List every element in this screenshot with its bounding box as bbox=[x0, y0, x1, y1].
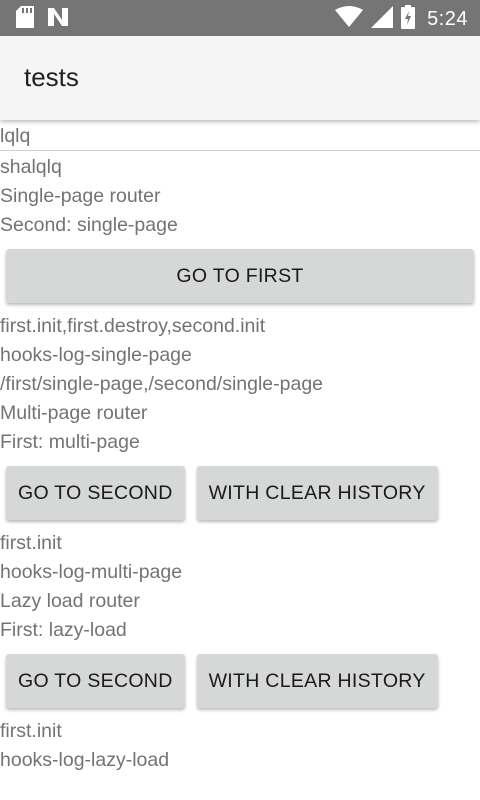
multi-page-current: First: multi-page bbox=[0, 431, 140, 453]
lazy-load-log: first.init bbox=[0, 720, 62, 742]
sd-card-icon bbox=[16, 6, 34, 33]
lazy-go-to-second-button[interactable]: GO TO SECOND bbox=[6, 654, 185, 708]
battery-icon bbox=[401, 5, 416, 34]
n-notification-icon bbox=[46, 6, 70, 33]
single-page-heading: Single-page router bbox=[0, 185, 161, 207]
lazy-load-current: First: lazy-load bbox=[0, 619, 127, 641]
signal-icon bbox=[371, 6, 394, 33]
go-to-first-button[interactable]: GO TO FIRST bbox=[6, 249, 474, 303]
multi-clear-history-button[interactable]: WITH CLEAR HISTORY bbox=[196, 466, 438, 520]
app-bar: tests bbox=[0, 36, 480, 120]
single-page-hooks-label: hooks-log-single-page bbox=[0, 344, 192, 366]
single-page-current: Second: single-page bbox=[0, 214, 178, 236]
status-time: 5:24 bbox=[427, 8, 468, 30]
lazy-clear-history-button[interactable]: WITH CLEAR HISTORY bbox=[196, 654, 438, 708]
multi-page-log: first.init bbox=[0, 532, 62, 554]
content-area: lqlq shalqlq Single-page router Second: … bbox=[0, 124, 480, 775]
single-page-log: first.init,first.destroy,second.init bbox=[0, 315, 266, 337]
multi-page-hooks-label: hooks-log-multi-page bbox=[0, 561, 183, 583]
lazy-load-hooks-label: hooks-log-lazy-load bbox=[0, 749, 170, 771]
multi-go-to-second-button[interactable]: GO TO SECOND bbox=[6, 466, 185, 520]
sub-line: shalqlq bbox=[0, 156, 62, 178]
wifi-icon bbox=[335, 6, 364, 33]
multi-page-heading: Multi-page router bbox=[0, 402, 148, 424]
status-bar: 5:24 bbox=[0, 0, 480, 36]
single-page-history: /first/single-page,/second/single-page bbox=[0, 373, 324, 395]
header-line: lqlq bbox=[0, 124, 480, 151]
lazy-load-heading: Lazy load router bbox=[0, 590, 140, 612]
page-title: tests bbox=[24, 62, 79, 92]
